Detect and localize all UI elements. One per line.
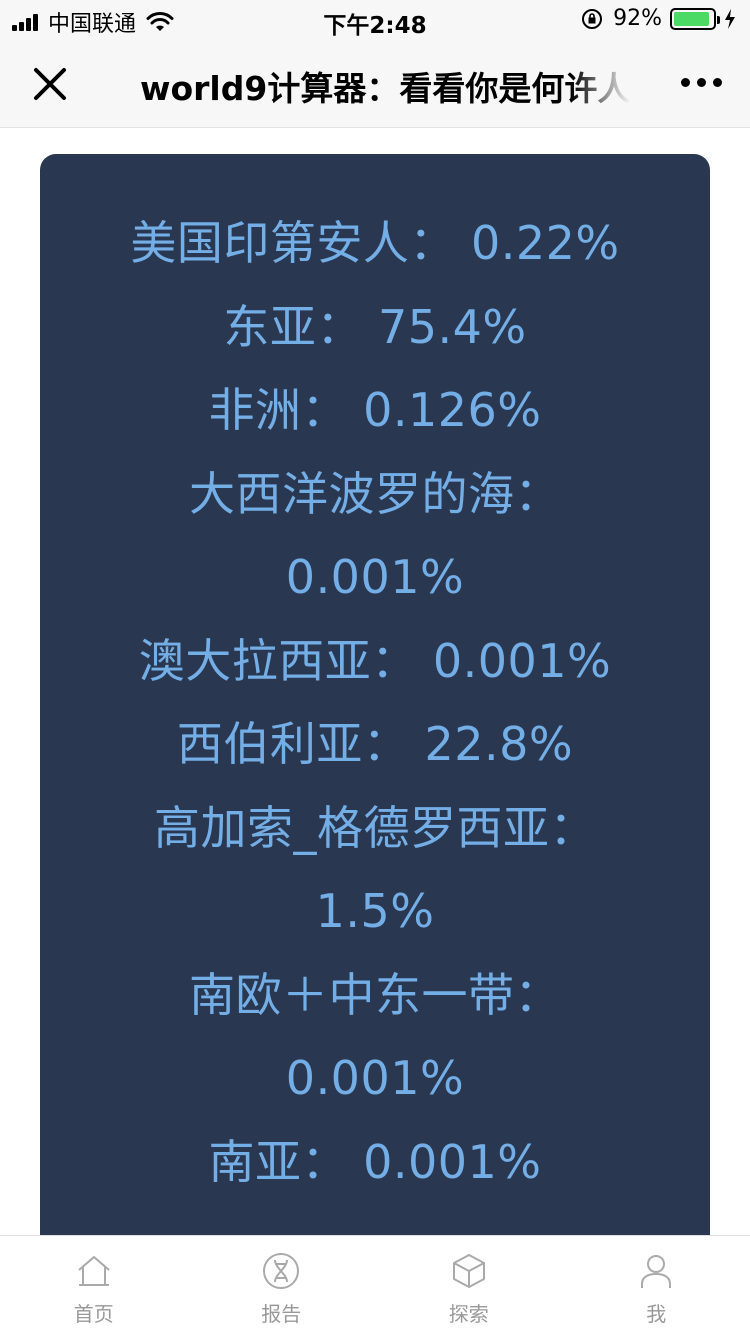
result-card: 美国印第安人： 0.22% 东亚： 75.4% 非洲： 0.126% 大西洋波罗的海：…: [40, 154, 710, 1274]
home-icon: [78, 1256, 110, 1286]
nav-bar: world9计算器：看看你是何许人也: [0, 40, 750, 128]
result-line: 高加索_格德罗西亚：: [154, 800, 596, 855]
tab-report[interactable]: 报告: [188, 1236, 376, 1334]
status-right: 92%: [581, 6, 736, 31]
battery-cap: [717, 15, 720, 24]
results-list: 美国印第安人： 0.22% 东亚： 75.4% 非洲： 0.126% 大西洋波罗的海：…: [64, 202, 686, 1204]
more-icon[interactable]: [674, 78, 722, 87]
result-line: 1.5%: [315, 884, 435, 938]
page-title: world9计算器：看看你是何许人也: [140, 69, 630, 106]
result-line: 0.001%: [285, 550, 465, 604]
battery-icon: [670, 7, 720, 30]
dna-icon: [263, 1253, 300, 1289]
rotation-lock-icon: [582, 8, 603, 29]
tab-label: 我: [646, 1302, 667, 1326]
battery-percent: 92%: [613, 6, 662, 31]
result-line: 大西洋波罗的海：: [189, 466, 561, 521]
tab-label: 首页: [73, 1302, 114, 1326]
tab-label: 探索: [448, 1302, 489, 1326]
close-icon[interactable]: [30, 64, 70, 104]
tab-home[interactable]: 首页: [0, 1236, 188, 1334]
tab-bar: 首页 报告 探索 我: [0, 1235, 750, 1334]
result-line: 南亚： 0.001%: [208, 1134, 542, 1189]
result-line: 南欧＋中东一带：: [189, 967, 561, 1022]
app-root: 中国联通 下午2:48 92% world9计算器：看看你是何许人也 美国印第安…: [0, 0, 750, 1334]
tab-me[interactable]: 我: [563, 1236, 750, 1334]
result-line: 0.001%: [285, 1051, 465, 1105]
result-line: 东亚： 75.4%: [223, 299, 527, 354]
result-line: 西伯利亚： 22.8%: [176, 717, 574, 771]
result-line: 澳大拉西亚： 0.001%: [138, 633, 612, 688]
result-line: 非洲： 0.126%: [208, 383, 542, 437]
cube-icon: [452, 1254, 485, 1288]
result-line: 美国印第安人： 0.22%: [130, 216, 620, 270]
tab-explore[interactable]: 探索: [375, 1236, 563, 1334]
charging-icon: [725, 8, 735, 29]
status-bar: 中国联通 下午2:48 92%: [0, 0, 750, 40]
battery-fill: [674, 11, 709, 26]
user-icon: [641, 1255, 672, 1288]
tab-label: 报告: [261, 1302, 302, 1326]
